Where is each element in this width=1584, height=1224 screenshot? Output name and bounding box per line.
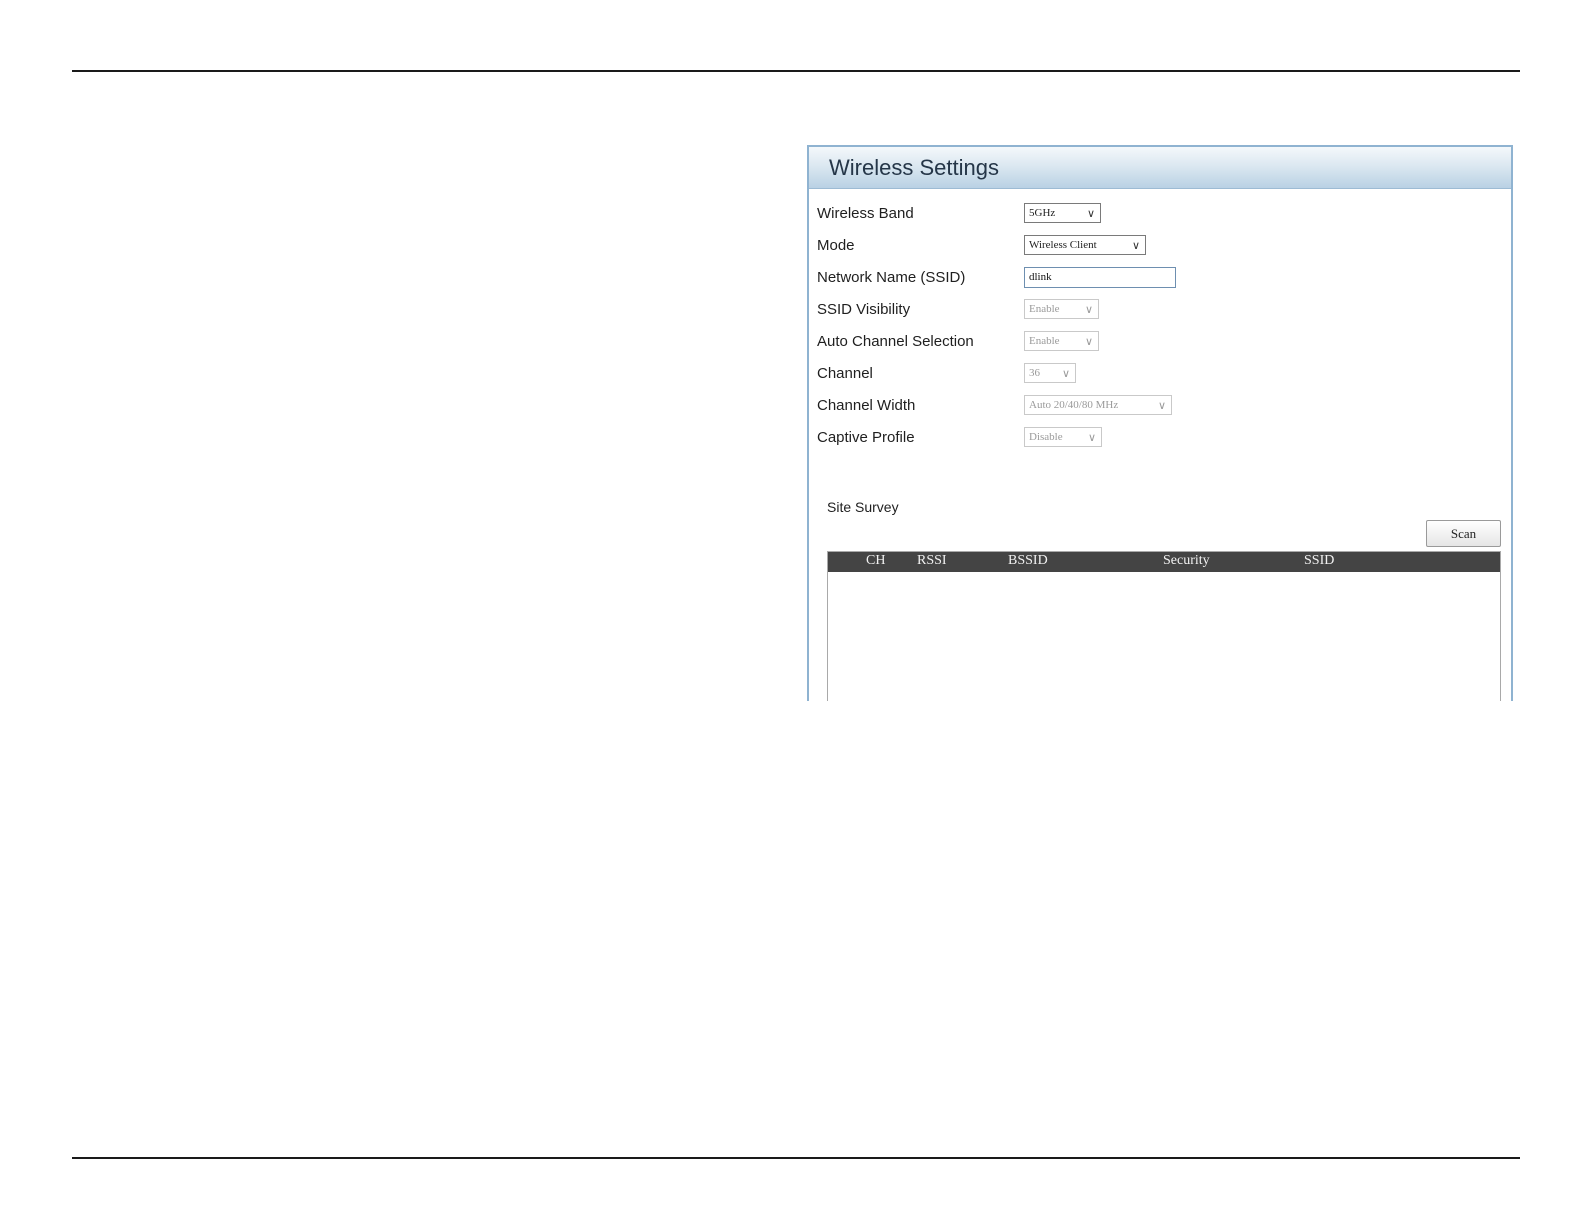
site-survey-table: CH RSSI BSSID Security SSID <box>827 551 1501 701</box>
bottom-divider <box>72 1157 1520 1159</box>
wireless-band-select[interactable]: 5GHz ∨ <box>1024 203 1101 223</box>
chevron-down-icon: ∨ <box>1084 334 1094 348</box>
chevron-down-icon: ∨ <box>1131 238 1141 252</box>
channel-width-label: Channel Width <box>817 396 916 414</box>
chevron-down-icon: ∨ <box>1087 430 1097 444</box>
row-wireless-band: Wireless Band 5GHz ∨ <box>809 197 1511 229</box>
network-name-input[interactable]: dlink <box>1024 266 1176 288</box>
column-security: Security <box>1163 553 1210 568</box>
mode-value: Wireless Client <box>1029 239 1097 251</box>
column-bssid: BSSID <box>1008 553 1048 568</box>
mode-select[interactable]: Wireless Client ∨ <box>1024 235 1146 255</box>
chevron-down-icon: ∨ <box>1061 366 1071 380</box>
row-captive-profile: Captive Profile Disable ∨ <box>809 421 1511 453</box>
wireless-band-value: 5GHz <box>1029 207 1056 219</box>
auto-channel-value: Enable <box>1029 335 1060 347</box>
auto-channel-label: Auto Channel Selection <box>817 332 974 350</box>
channel-value: 36 <box>1029 367 1040 379</box>
row-channel-width: Channel Width Auto 20/40/80 MHz ∨ <box>809 389 1511 421</box>
panel-title: Wireless Settings <box>829 154 999 180</box>
channel-select[interactable]: 36 ∨ <box>1024 363 1076 383</box>
mode-label: Mode <box>817 236 855 254</box>
wireless-settings-panel: Wireless Settings Wireless Band 5GHz ∨ M… <box>807 145 1513 701</box>
ssid-visibility-value: Enable <box>1029 303 1060 315</box>
row-ssid-visibility: SSID Visibility Enable ∨ <box>809 293 1511 325</box>
wireless-band-label: Wireless Band <box>817 204 914 222</box>
captive-profile-select[interactable]: Disable ∨ <box>1024 427 1102 447</box>
auto-channel-select[interactable]: Enable ∨ <box>1024 331 1099 351</box>
ssid-visibility-select[interactable]: Enable ∨ <box>1024 299 1099 319</box>
site-survey-table-header: CH RSSI BSSID Security SSID <box>828 552 1500 572</box>
site-survey-label: Site Survey <box>827 499 899 515</box>
row-channel: Channel 36 ∨ <box>809 357 1511 389</box>
network-name-label: Network Name (SSID) <box>817 268 966 286</box>
top-divider <box>72 70 1520 72</box>
chevron-down-icon: ∨ <box>1157 398 1167 412</box>
panel-header: Wireless Settings <box>809 147 1511 189</box>
settings-form: Wireless Band 5GHz ∨ Mode Wireless Clien… <box>809 189 1511 701</box>
row-network-name: Network Name (SSID) dlink <box>809 261 1511 293</box>
captive-profile-label: Captive Profile <box>817 428 915 446</box>
chevron-down-icon: ∨ <box>1086 206 1096 220</box>
column-ssid: SSID <box>1304 553 1335 568</box>
row-mode: Mode Wireless Client ∨ <box>809 229 1511 261</box>
row-auto-channel: Auto Channel Selection Enable ∨ <box>809 325 1511 357</box>
column-rssi: RSSI <box>917 553 947 568</box>
channel-label: Channel <box>817 364 873 382</box>
ssid-visibility-label: SSID Visibility <box>817 300 911 318</box>
scan-button[interactable]: Scan <box>1426 520 1501 547</box>
column-ch: CH <box>866 553 886 568</box>
captive-profile-value: Disable <box>1029 431 1063 443</box>
channel-width-value: Auto 20/40/80 MHz <box>1029 399 1119 411</box>
chevron-down-icon: ∨ <box>1084 302 1094 316</box>
channel-width-select[interactable]: Auto 20/40/80 MHz ∨ <box>1024 395 1172 415</box>
